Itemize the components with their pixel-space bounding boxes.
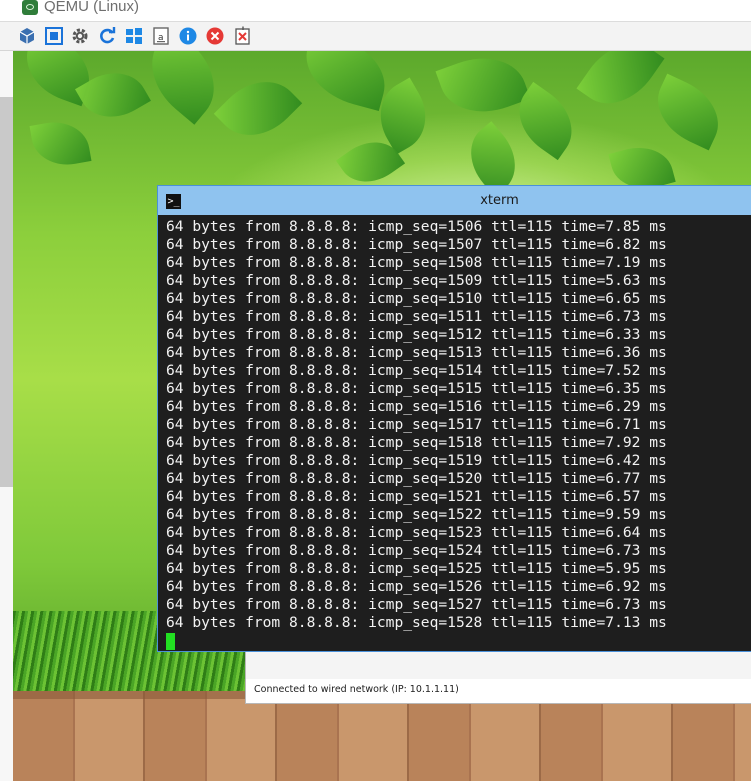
xterm-title-bar[interactable]: >_ xterm bbox=[158, 186, 751, 215]
terminal-line: 64 bytes from 8.8.8.8: icmp_seq=1516 ttl… bbox=[166, 398, 667, 415]
qemu-app-icon bbox=[22, 0, 38, 15]
terminal-line: 64 bytes from 8.8.8.8: icmp_seq=1527 ttl… bbox=[166, 596, 667, 613]
terminal-line: 64 bytes from 8.8.8.8: icmp_seq=1515 ttl… bbox=[166, 380, 667, 397]
terminal-line: 64 bytes from 8.8.8.8: icmp_seq=1513 ttl… bbox=[166, 344, 667, 361]
xterm-title: xterm bbox=[480, 193, 519, 208]
terminal-line: 64 bytes from 8.8.8.8: icmp_seq=1518 ttl… bbox=[166, 434, 667, 451]
terminal-output[interactable]: 64 bytes from 8.8.8.8: icmp_seq=1506 ttl… bbox=[166, 218, 751, 651]
terminal-line: 64 bytes from 8.8.8.8: icmp_seq=1511 ttl… bbox=[166, 308, 667, 325]
network-dialog-header bbox=[246, 651, 751, 679]
host-scroll-strip bbox=[0, 97, 13, 487]
host-title-bar: QEMU (Linux) bbox=[0, 0, 751, 22]
windows-icon[interactable] bbox=[124, 26, 144, 46]
terminal-cursor bbox=[166, 633, 175, 650]
wallpaper-wood-floor bbox=[13, 691, 751, 781]
network-dialog: Connected to wired network (IP: 10.1.1.1… bbox=[245, 650, 751, 704]
terminal-line: 64 bytes from 8.8.8.8: icmp_seq=1517 ttl… bbox=[166, 416, 667, 433]
refresh-icon[interactable] bbox=[97, 26, 117, 46]
window-title: QEMU (Linux) bbox=[44, 0, 140, 15]
network-status-text: Connected to wired network (IP: 10.1.1.1… bbox=[254, 684, 459, 695]
terminal-line: 64 bytes from 8.8.8.8: icmp_seq=1521 ttl… bbox=[166, 488, 667, 505]
exit-icon[interactable] bbox=[233, 26, 253, 46]
wallpaper-leaf bbox=[576, 51, 665, 120]
keyboard-icon[interactable]: a bbox=[151, 26, 171, 46]
terminal-line: 64 bytes from 8.8.8.8: icmp_seq=1522 ttl… bbox=[166, 506, 667, 523]
wallpaper-leaf bbox=[645, 73, 731, 151]
vm-settings-icon[interactable] bbox=[17, 26, 37, 46]
wallpaper-leaf bbox=[213, 64, 303, 153]
terminal-line: 64 bytes from 8.8.8.8: icmp_seq=1520 ttl… bbox=[166, 470, 667, 487]
wallpaper-leaf bbox=[296, 51, 395, 111]
terminal-line: 64 bytes from 8.8.8.8: icmp_seq=1508 ttl… bbox=[166, 254, 667, 271]
terminal-line: 64 bytes from 8.8.8.8: icmp_seq=1506 ttl… bbox=[166, 218, 667, 235]
close-icon[interactable] bbox=[205, 26, 225, 46]
terminal-line: 64 bytes from 8.8.8.8: icmp_seq=1526 ttl… bbox=[166, 578, 667, 595]
terminal-line: 64 bytes from 8.8.8.8: icmp_seq=1507 ttl… bbox=[166, 236, 667, 253]
qemu-toolbar: a bbox=[0, 22, 751, 51]
xterm-window[interactable]: >_ xterm 64 bytes from 8.8.8.8: icmp_seq… bbox=[157, 185, 751, 652]
terminal-line: 64 bytes from 8.8.8.8: icmp_seq=1509 ttl… bbox=[166, 272, 667, 289]
terminal-line: 64 bytes from 8.8.8.8: icmp_seq=1512 ttl… bbox=[166, 326, 667, 343]
info-icon[interactable] bbox=[178, 26, 198, 46]
terminal-line: 64 bytes from 8.8.8.8: icmp_seq=1514 ttl… bbox=[166, 362, 667, 379]
terminal-line: 64 bytes from 8.8.8.8: icmp_seq=1524 ttl… bbox=[166, 542, 667, 559]
fullscreen-icon[interactable] bbox=[44, 26, 64, 46]
wallpaper-leaf bbox=[29, 116, 92, 171]
terminal-line: 64 bytes from 8.8.8.8: icmp_seq=1525 ttl… bbox=[166, 560, 667, 577]
host-left-strip bbox=[0, 51, 13, 781]
terminal-line: 64 bytes from 8.8.8.8: icmp_seq=1523 ttl… bbox=[166, 524, 667, 541]
gear-icon[interactable] bbox=[70, 26, 90, 46]
terminal-line: 64 bytes from 8.8.8.8: icmp_seq=1528 ttl… bbox=[166, 614, 667, 631]
terminal-line: 64 bytes from 8.8.8.8: icmp_seq=1510 ttl… bbox=[166, 290, 667, 307]
terminal-line: 64 bytes from 8.8.8.8: icmp_seq=1519 ttl… bbox=[166, 452, 667, 469]
